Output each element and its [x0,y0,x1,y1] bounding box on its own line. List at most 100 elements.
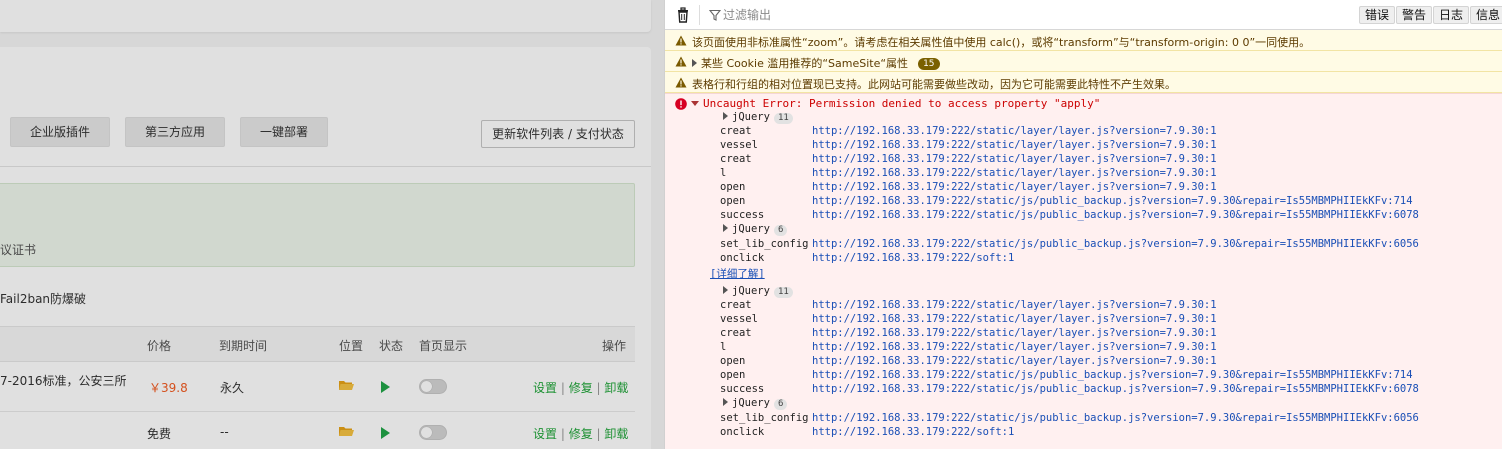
row-actions: 设置 | 修复 | 卸载 [533,425,628,442]
frame-source-link[interactable]: http://192.168.33.179:222/static/layer/l… [812,341,1217,353]
expand-arrow-icon[interactable] [723,286,728,294]
warning-icon [675,35,687,46]
frame-source-link[interactable]: http://192.168.33.179:222/static/js/publ… [812,238,1419,250]
warning-message: 表格行和行组的相对位置现已支持。此网站可能需要做些改动，因为它可能需要此特性不产… [665,72,1502,93]
group-name: jQuery [732,223,770,235]
folder-icon[interactable] [339,426,354,437]
warning-text-wrap: 某些 Cookie 滥用推荐的“SameSite“属性 15 [692,55,940,71]
group-count: 6 [773,225,788,236]
play-icon[interactable] [381,427,390,439]
expand-arrow-icon[interactable] [692,59,697,67]
warning-icon [675,56,687,67]
error-message: Uncaught Error: Permission denied to acc… [665,93,1502,449]
level-info-button[interactable]: 信息 [1470,6,1502,24]
row-price: ￥39.8 [149,381,188,395]
frame-function: vessel [720,313,758,325]
frame-source-link[interactable]: http://192.168.33.179:222/static/js/publ… [812,369,1413,381]
learn-more-link[interactable]: [详细了解] [710,266,765,281]
toolbar-separator [699,5,700,25]
frame-source-link[interactable]: http://192.168.33.179:222/static/layer/l… [812,313,1217,325]
level-errors-button[interactable]: 错误 [1359,6,1395,24]
row-expire: 永久 [220,381,245,395]
frame-source-link[interactable]: http://192.168.33.179:222/static/layer/l… [812,139,1217,151]
group-count: 11 [773,113,793,124]
col-location: 位置 [339,339,364,353]
row-description: 7-2016标准，公安三所 [0,374,127,388]
devtools-console: 错误 警告 日志 信息 该页面使用非标准属性“zoom”。请考虑在相关属性值中使… [664,0,1502,449]
group-name: jQuery [732,111,770,123]
row-actions: 设置 | 修复 | 卸载 [533,379,628,396]
expand-arrow-icon[interactable] [723,112,728,120]
console-toolbar: 错误 警告 日志 信息 [665,0,1502,30]
error-header[interactable]: Uncaught Error: Permission denied to acc… [691,97,1100,110]
frame-source-link[interactable]: http://192.168.33.179:222/static/layer/l… [812,167,1217,179]
uninstall-link[interactable]: 卸载 [604,381,628,395]
col-expire: 到期时间 [219,339,268,353]
frame-source-link[interactable]: http://192.168.33.179:222/static/js/publ… [812,195,1413,207]
level-logs-button[interactable]: 日志 [1433,6,1469,24]
repair-link[interactable]: 修复 [569,427,593,441]
frame-function: set_lib_config [720,412,809,424]
play-icon[interactable] [381,381,390,393]
warning-message: 该页面使用非标准属性“zoom”。请考虑在相关属性值中使用 calc()，或将“… [665,30,1502,51]
frame-source-link[interactable]: http://192.168.33.179:222/static/layer/l… [812,181,1217,193]
home-display-toggle[interactable] [419,379,447,394]
filter-icon [709,9,721,21]
fail2ban-label: Fail2ban防爆破 [0,292,87,306]
separator: | [560,381,569,395]
warning-text: 某些 Cookie 滥用推荐的“SameSite“属性 [701,57,909,70]
frame-source-link[interactable]: http://192.168.33.179:222/static/layer/l… [812,125,1217,137]
one-click-deploy-button[interactable]: 一键部署 [240,117,328,147]
third-party-apps-button[interactable]: 第三方应用 [125,117,225,147]
update-software-list-button[interactable]: 更新软件列表 / 支付状态 [481,120,635,148]
frame-function: creat [720,327,752,339]
col-home-display: 首页显示 [419,339,468,353]
table-row: 7-2016标准，公安三所 ￥39.8 永久 设置 | 修复 | 卸载 [0,362,635,412]
warning-text: 该页面使用非标准属性“zoom”。请考虑在相关属性值中使用 calc()，或将“… [692,36,1311,49]
frame-source-link[interactable]: http://192.168.33.179:222/static/js/publ… [812,412,1419,424]
home-display-toggle[interactable] [419,425,447,440]
repair-link[interactable]: 修复 [569,381,593,395]
frame-function: open [720,355,746,367]
frame-function: set_lib_config [720,238,809,250]
expand-arrow-icon[interactable] [723,224,728,232]
warning-icon [675,77,687,88]
frame-source-link[interactable]: http://192.168.33.179:222/static/js/publ… [812,383,1419,395]
frame-function: l [720,341,727,353]
frame-source-link[interactable]: http://192.168.33.179:222/soft:1 [812,426,1014,438]
table-header: 价格 到期时间 位置 状态 首页显示 操作 [0,326,635,362]
frame-source-link[interactable]: http://192.168.33.179:222/static/layer/l… [812,153,1217,165]
error-icon [675,98,687,110]
frame-source-link[interactable]: http://192.168.33.179:222/static/layer/l… [812,355,1217,367]
frame-source-link[interactable]: http://192.168.33.179:222/static/layer/l… [812,327,1217,339]
frame-function: creat [720,299,752,311]
enterprise-plugins-button[interactable]: 企业版插件 [10,117,110,147]
repeat-count-badge: 15 [918,58,940,70]
collapse-arrow-icon[interactable] [691,101,699,106]
frame-function: vessel [720,139,758,151]
folder-icon[interactable] [339,380,354,391]
frame-source-link[interactable]: http://192.168.33.179:222/static/js/publ… [812,209,1419,221]
row-expire: -- [220,425,229,439]
frame-source-link[interactable]: http://192.168.33.179:222/soft:1 [812,252,1014,264]
frame-function: open [720,195,746,207]
frame-function: creat [720,153,752,165]
group-name: jQuery [732,397,770,409]
top-card [0,0,651,32]
stack-group: jQuery 6 [723,397,788,410]
group-count: 6 [773,399,788,410]
uninstall-link[interactable]: 卸载 [604,427,628,441]
settings-link[interactable]: 设置 [533,427,557,441]
frame-function: success [720,209,765,221]
frame-function: onclick [720,252,765,264]
settings-link[interactable]: 设置 [533,381,557,395]
filter-output-input[interactable] [723,6,1343,24]
error-text: Uncaught Error: Permission denied to acc… [703,97,1101,110]
frame-function: onclick [720,426,765,438]
level-warnings-button[interactable]: 警告 [1396,6,1432,24]
trash-icon[interactable] [675,7,691,23]
expand-arrow-icon[interactable] [723,398,728,406]
warning-message[interactable]: 某些 Cookie 滥用推荐的“SameSite“属性 15 [665,51,1502,72]
notice-text: 议证书 [0,243,37,257]
frame-source-link[interactable]: http://192.168.33.179:222/static/layer/l… [812,299,1217,311]
